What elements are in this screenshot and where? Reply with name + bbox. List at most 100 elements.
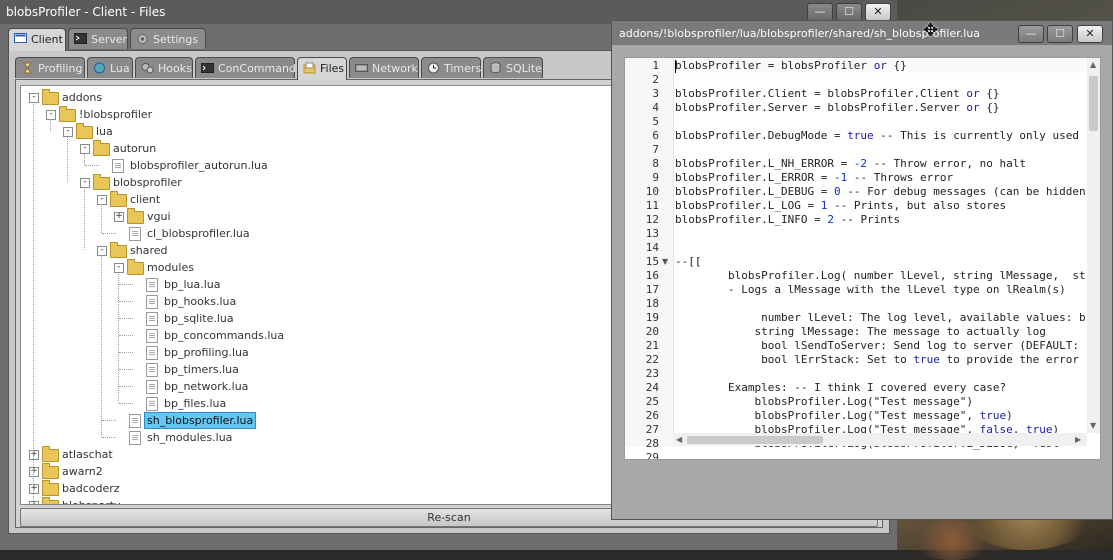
code-line[interactable]: blobsProfiler.L_NH_ERROR = -2 -- Throw e…: [675, 157, 1026, 171]
tree-node-label[interactable]: bp_hooks.lua: [164, 293, 236, 310]
tab-sqlite[interactable]: SQLite: [483, 57, 543, 78]
expand-icon[interactable]: +: [29, 450, 39, 460]
tab-profiling[interactable]: Profiling: [15, 57, 85, 78]
line-number: 16: [645, 269, 659, 282]
tree-node-label[interactable]: bp_timers.lua: [164, 361, 239, 378]
tab-label: Lua: [110, 62, 130, 75]
globe-icon: [94, 62, 105, 74]
tree-node-label[interactable]: bp_files.lua: [164, 395, 226, 412]
expand-icon[interactable]: +: [29, 484, 39, 494]
maximize-button[interactable]: ☐: [836, 3, 862, 21]
tree-node-label[interactable]: shared: [130, 242, 167, 259]
collapse-icon[interactable]: -: [97, 195, 107, 205]
tab-server[interactable]: Server: [68, 28, 128, 49]
code-line[interactable]: number lLevel: The log level, available …: [675, 311, 1086, 325]
tree-node-label[interactable]: blobsprofiler: [113, 174, 182, 191]
minimize-button[interactable]: —: [807, 3, 833, 21]
code-line[interactable]: blobsProfiler.L_DEBUG = 0 -- For debug m…: [675, 185, 1086, 199]
tab-lua[interactable]: Lua: [87, 57, 133, 78]
vertical-scroll-thumb[interactable]: [1089, 76, 1098, 131]
horizontal-scrollbar[interactable]: ◀ ▶: [673, 433, 1087, 446]
close-button[interactable]: ✕: [1077, 25, 1103, 43]
tree-node-label[interactable]: cl_blobsprofiler.lua: [147, 225, 250, 242]
move-cursor-icon: ✥: [923, 20, 939, 41]
monitor-icon: [14, 33, 27, 43]
tree-node-label[interactable]: sh_modules.lua: [147, 429, 232, 446]
tree-node-label[interactable]: addons: [62, 89, 102, 106]
tab-timers[interactable]: Timers: [421, 57, 481, 78]
tab-label: Profiling: [38, 62, 83, 75]
collapse-icon[interactable]: -: [97, 246, 107, 256]
text-cursor: [675, 60, 676, 73]
tree-node-label[interactable]: bp_sqlite.lua: [164, 310, 234, 327]
code-line[interactable]: bool lSendToServer: Send log to server (…: [675, 339, 1079, 353]
code-line[interactable]: blobsProfiler.L_LOG = 1 -- Prints, but a…: [675, 199, 1006, 213]
close-button[interactable]: ✕: [865, 3, 891, 21]
tree-node-label[interactable]: autorun: [113, 140, 156, 157]
tree-node-label[interactable]: atlaschat: [62, 446, 113, 463]
scroll-down-icon[interactable]: ▼: [1090, 421, 1096, 430]
tab-network[interactable]: Network: [349, 57, 419, 78]
code-line[interactable]: Examples: -- I think I covered every cas…: [675, 381, 1006, 395]
expand-icon[interactable]: +: [29, 467, 39, 477]
tab-label: Client: [31, 33, 63, 46]
tree-node-label[interactable]: blobsprofiler_autorun.lua: [130, 157, 268, 174]
tab-settings[interactable]: Settings: [130, 28, 206, 49]
code-line[interactable]: blobsProfiler.Log("Test message"): [675, 395, 973, 409]
tree-node-label[interactable]: sh_blobsprofiler.lua: [144, 412, 257, 429]
tree-node-label[interactable]: bp_concommands.lua: [164, 327, 284, 344]
code-line[interactable]: blobsProfiler.DebugMode = true -- This i…: [675, 129, 1079, 143]
collapse-icon[interactable]: -: [63, 127, 73, 137]
tree-node-label[interactable]: modules: [147, 259, 194, 276]
collapse-icon[interactable]: -: [29, 93, 39, 103]
scroll-left-icon[interactable]: ◀: [676, 435, 682, 444]
line-number: 24: [645, 381, 659, 394]
horizontal-scroll-thumb[interactable]: [687, 436, 823, 444]
code-line[interactable]: --[[: [675, 255, 702, 269]
network-icon: [355, 64, 368, 72]
code-line[interactable]: blobsProfiler.L_ERROR = -1 -- Throws err…: [675, 171, 953, 185]
tree-node-label[interactable]: bp_profiling.lua: [164, 344, 249, 361]
code-line[interactable]: blobsProfiler.Client = blobsProfiler.Cli…: [675, 87, 1000, 101]
collapse-icon[interactable]: -: [80, 178, 90, 188]
vertical-scrollbar[interactable]: ▲ ▼: [1087, 58, 1100, 433]
expand-icon[interactable]: +: [29, 501, 39, 504]
tab-label: Hooks: [158, 62, 192, 75]
tree-node-label[interactable]: client: [130, 191, 160, 208]
tree-node-label[interactable]: blobsparty: [62, 497, 121, 504]
fold-toggle-icon[interactable]: ▼: [662, 257, 668, 266]
collapse-icon[interactable]: -: [80, 144, 90, 154]
tree-node-label[interactable]: lua: [96, 123, 113, 140]
line-number: 11: [645, 199, 659, 212]
tree-node-label[interactable]: bp_lua.lua: [164, 276, 221, 293]
tab-client[interactable]: Client: [8, 28, 66, 51]
code-line[interactable]: blobsProfiler.Server = blobsProfiler.Ser…: [675, 101, 1000, 115]
tab-hooks[interactable]: Hooks: [135, 57, 193, 78]
tree-node-label[interactable]: awarn2: [62, 463, 103, 480]
code-line[interactable]: string lMessage: The message to actually…: [675, 325, 1045, 339]
code-line[interactable]: bool lErrStack: Set to true to provide t…: [675, 353, 1079, 367]
viewer-titlebar[interactable]: addons/!blobsprofiler/lua/blobsprofiler/…: [612, 21, 1112, 45]
scroll-up-icon[interactable]: ▲: [1090, 60, 1096, 69]
tree-node-label[interactable]: !blobsprofiler: [79, 106, 152, 123]
code-line[interactable]: blobsProfiler.Log( number lLevel, string…: [675, 269, 1086, 283]
folder-icon: [93, 140, 110, 156]
line-number: 12: [645, 213, 659, 226]
tree-node-label[interactable]: bp_network.lua: [164, 378, 248, 395]
expand-icon[interactable]: +: [114, 212, 124, 222]
maximize-button[interactable]: ☐: [1047, 25, 1073, 43]
code-editor[interactable]: 1 2 3 4 5 6 7 8 9 10 11 12 13 14 15 16 17 18 19 20 21 22 23 24 2…: [624, 57, 1101, 460]
tree-node-label[interactable]: vgui: [147, 208, 171, 225]
minimize-button[interactable]: —: [1018, 25, 1044, 43]
collapse-icon[interactable]: -: [46, 110, 56, 120]
code-line[interactable]: blobsProfiler.L_INFO = 2 -- Prints: [675, 213, 900, 227]
collapse-icon[interactable]: -: [114, 263, 124, 273]
code-line[interactable]: blobsProfiler = blobsProfiler or {}: [675, 59, 907, 73]
tab-concommands[interactable]: ConCommands: [195, 57, 302, 78]
code-line[interactable]: - Logs a lMessage with the lLevel type o…: [675, 283, 1066, 297]
tree-node-label[interactable]: badcoderz: [62, 480, 120, 497]
tab-label: Network: [372, 62, 418, 75]
code-line[interactable]: blobsProfiler.Log("Test message", true): [675, 409, 1012, 423]
tab-files[interactable]: Files: [297, 57, 347, 80]
scroll-right-icon[interactable]: ▶: [1075, 435, 1081, 444]
